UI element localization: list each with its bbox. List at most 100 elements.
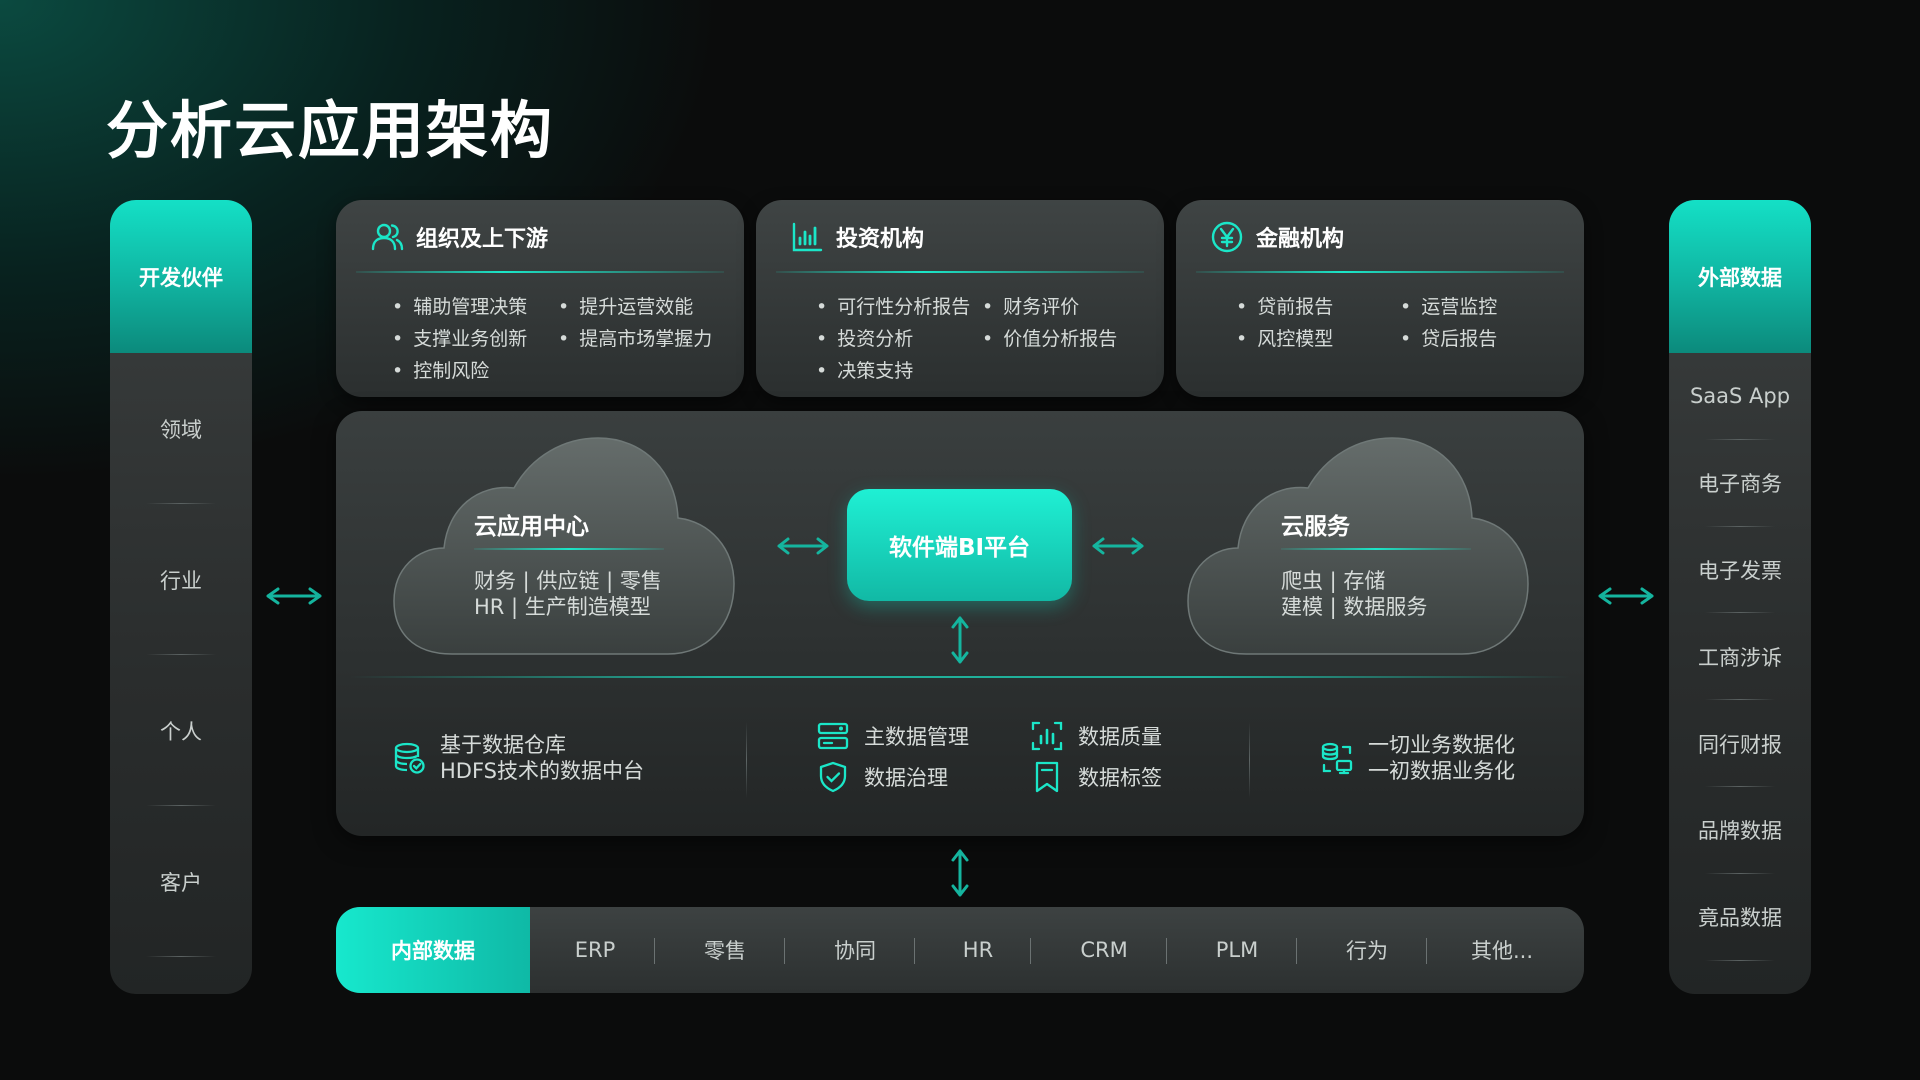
cloud-app-center-shape (393, 437, 735, 655)
card-financial: 金融机构 贷前报告 运营监控 风控模型 贷后报告 (1176, 200, 1584, 397)
card-bullet: 辅助管理决策 (392, 292, 527, 319)
cloud-app-center-line2: HR | 生产制造模型 (474, 595, 651, 619)
partner-item-individual: 个人 (110, 655, 252, 806)
bi-service-arrow-icon (1092, 537, 1144, 555)
partner-panel: 开发伙伴 领域 行业 个人 客户 (110, 200, 252, 994)
card-divider (356, 271, 724, 273)
card-bullet: 财务评价 (982, 292, 1079, 319)
external-data-header: 外部数据 (1669, 200, 1811, 353)
internal-item-erp: ERP (574, 938, 616, 962)
card-bullet: 提高市场掌握力 (558, 324, 712, 351)
card-financial-header: 金融机构 (1210, 220, 1344, 254)
feature-tags: 数据标签 (1030, 760, 1162, 794)
card-investment-header: 投资机构 (790, 220, 924, 254)
partner-item-industry: 行业 (110, 504, 252, 655)
internal-item-hr: HR (962, 938, 994, 962)
card-organization-header: 组织及上下游 (370, 220, 548, 254)
internal-item-crm: CRM (1080, 938, 1128, 962)
card-bullet: 控制风险 (392, 356, 489, 383)
card-financial-title: 金融机构 (1256, 227, 1345, 252)
feature-master-data: 主数据管理 (816, 719, 969, 753)
cloud-app-center-divider (474, 548, 664, 550)
data-flow-icon (1321, 742, 1353, 775)
feature-separator (746, 722, 747, 798)
card-divider (776, 271, 1144, 273)
internal-item-others: 其他... (1470, 939, 1534, 963)
cloud-app-center-title: 云应用中心 (474, 514, 589, 540)
card-bullet: 贷前报告 (1236, 292, 1333, 319)
internal-item-behavior: 行为 (1346, 939, 1388, 963)
bookmark-icon (1035, 761, 1059, 793)
external-item-brand: 品牌数据 (1669, 787, 1811, 874)
cloud-service-title: 云服务 (1281, 514, 1350, 540)
external-item-peer-reports: 同行财报 (1669, 700, 1811, 787)
platform-divider (350, 676, 1570, 678)
card-bullet: 可行性分析报告 (816, 292, 970, 319)
bar-separator (1296, 938, 1297, 964)
card-divider (1196, 271, 1564, 273)
bar-separator (784, 938, 785, 964)
external-data-panel: 外部数据 SaaS App 电子商务 电子发票 工商涉诉 同行财报 品牌数据 竟… (1669, 200, 1811, 994)
feature-governance-label: 数据治理 (864, 766, 948, 790)
bi-down-arrow-icon (951, 616, 969, 664)
internal-data-bar: 内部数据 ERP 零售 协同 HR CRM PLM 行为 其他... (336, 907, 1584, 993)
feature-quality-label: 数据质量 (1078, 725, 1162, 749)
internal-item-retail: 零售 (704, 939, 746, 963)
card-organization-title: 组织及上下游 (416, 227, 549, 252)
external-item-ecommerce: 电子商务 (1669, 440, 1811, 527)
internal-item-collaboration: 协同 (834, 939, 876, 963)
card-bullet: 风控模型 (1236, 324, 1333, 351)
card-bullet: 价值分析报告 (982, 324, 1117, 351)
internal-item-plm: PLM (1215, 938, 1259, 962)
feature-separator (1249, 722, 1250, 798)
partner-item-domain: 领域 (110, 353, 252, 504)
left-bidirectional-arrow-icon (266, 587, 322, 605)
external-item-invoice: 电子发票 (1669, 527, 1811, 614)
bar-separator (1030, 938, 1031, 964)
feature-quality: 数据质量 (1030, 719, 1162, 753)
shield-check-icon (819, 761, 847, 793)
bar-separator (1426, 938, 1427, 964)
card-bullet: 投资分析 (816, 324, 913, 351)
feature-digitalize-line1: 一切业务数据化 (1368, 733, 1515, 757)
internal-data-header: 内部数据 (336, 907, 530, 993)
external-item-saas: SaaS App (1669, 353, 1811, 440)
cloud-service-line2: 建模 | 数据服务 (1281, 595, 1428, 619)
quality-chart-icon (1031, 721, 1063, 751)
card-investment-title: 投资机构 (836, 227, 925, 252)
feature-digitalize-line2: 一初数据业务化 (1368, 759, 1515, 783)
card-bullet: 提升运营效能 (558, 292, 693, 319)
cloud-bi-arrow-icon (777, 537, 829, 555)
card-bullet: 决策支持 (816, 356, 913, 383)
feature-data-warehouse: 基于数据仓库 HDFS技术的数据中台 (392, 732, 644, 784)
card-organization: 组织及上下游 辅助管理决策 提升运营效能 支撑业务创新 提高市场掌握力 控制风险 (336, 200, 744, 397)
right-bidirectional-arrow-icon (1598, 587, 1654, 605)
feature-digitalize: 一切业务数据化 一初数据业务化 (1320, 732, 1515, 784)
master-data-icon (817, 722, 849, 750)
feature-data-warehouse-line2: HDFS技术的数据中台 (440, 759, 645, 783)
partner-item-customer: 客户 (110, 806, 252, 957)
bi-platform-button[interactable]: 软件端BI平台 (847, 489, 1072, 601)
feature-governance: 数据治理 (816, 760, 948, 794)
bar-separator (1166, 938, 1167, 964)
feature-tags-label: 数据标签 (1078, 766, 1162, 790)
cloud-app-center-line1: 财务 | 供应链 | 零售 (474, 569, 662, 593)
card-bullet: 贷后报告 (1400, 324, 1497, 351)
bar-separator (914, 938, 915, 964)
card-bullet: 支撑业务创新 (392, 324, 527, 351)
feature-data-warehouse-line1: 基于数据仓库 (440, 733, 566, 757)
platform-internal-arrow-icon (951, 849, 969, 897)
bar-chart-icon (792, 222, 823, 252)
cloud-service-line1: 爬虫 | 存储 (1281, 569, 1386, 593)
users-icon (371, 223, 404, 251)
cloud-service-shape (1187, 437, 1529, 655)
cloud-service-divider (1281, 548, 1471, 550)
page-title: 分析云应用架构 (106, 94, 555, 167)
card-investment: 投资机构 可行性分析报告 财务评价 投资分析 价值分析报告 决策支持 (756, 200, 1164, 397)
database-check-icon (394, 742, 425, 774)
bar-separator (654, 938, 655, 964)
external-item-litigation: 工商涉诉 (1669, 613, 1811, 700)
external-item-competitor: 竟品数据 (1669, 874, 1811, 961)
partner-panel-header: 开发伙伴 (110, 200, 252, 353)
feature-master-data-label: 主数据管理 (864, 725, 969, 749)
